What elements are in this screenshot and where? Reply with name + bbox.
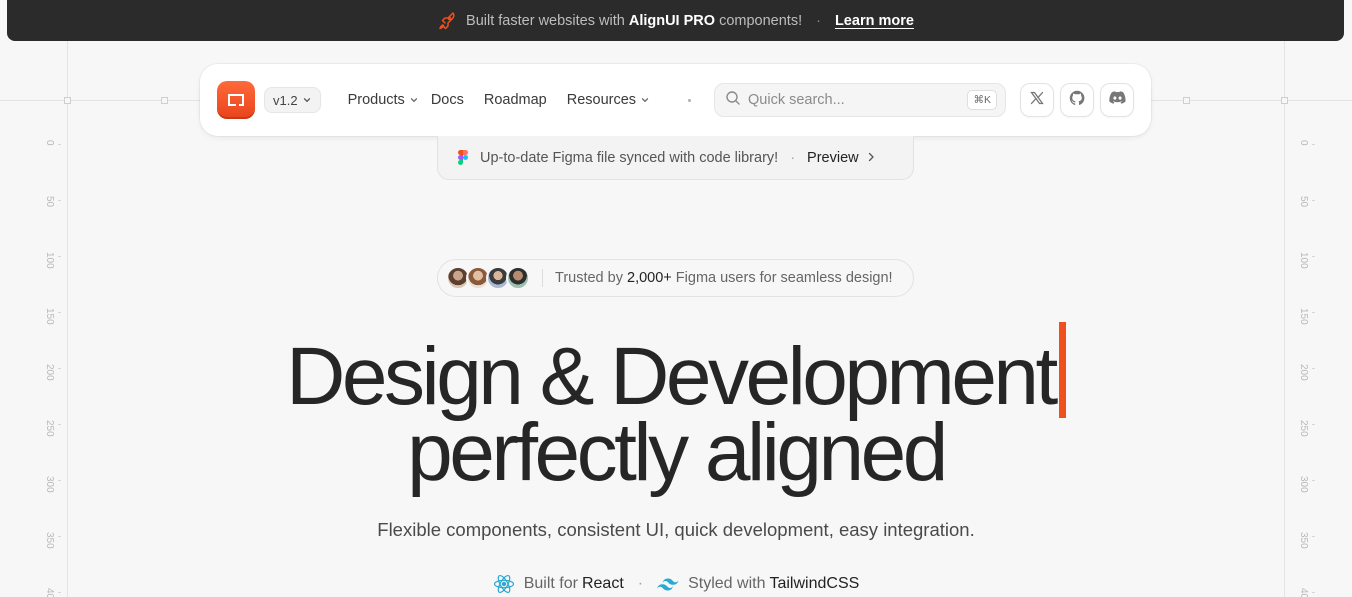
ruler-tick-label: 50 bbox=[44, 196, 55, 208]
banner-suffix: components! bbox=[719, 12, 803, 29]
banner-prefix: Built faster websites with bbox=[466, 12, 625, 29]
search-box[interactable]: ⌘K bbox=[714, 83, 1006, 117]
github-button[interactable] bbox=[1060, 83, 1094, 117]
discord-button[interactable] bbox=[1100, 83, 1134, 117]
guide-line-left bbox=[67, 41, 68, 597]
ruler-tick-label: 0 bbox=[1298, 140, 1309, 146]
trusted-prefix: Trusted by bbox=[555, 270, 623, 286]
figma-notice-text: Up-to-date Figma file synced with code l… bbox=[480, 149, 779, 166]
preview-label: Preview bbox=[807, 149, 859, 166]
ruler-tick-label: 100 bbox=[1298, 252, 1309, 269]
ruler-tick-mark bbox=[1312, 312, 1315, 313]
guide-handle bbox=[1183, 97, 1190, 104]
nav-item-docs[interactable]: Docs bbox=[431, 92, 464, 108]
search-input[interactable] bbox=[748, 92, 968, 108]
ruler-tick-label: 100 bbox=[44, 252, 55, 269]
trusted-count: 2,000+ bbox=[627, 270, 672, 286]
hero-subtitle: Flexible components, consistent UI, quic… bbox=[377, 519, 975, 540]
preview-link[interactable]: Preview bbox=[807, 150, 875, 166]
search-shortcut: ⌘K bbox=[967, 90, 997, 110]
rocket-icon bbox=[437, 11, 457, 31]
navbar: v1.2 Products Docs Roadmap Resources ⌘K bbox=[200, 64, 1151, 136]
tech-separator: · bbox=[637, 575, 644, 592]
guide-line-h-left bbox=[0, 100, 200, 101]
trusted-badge: Trusted by 2,000+ Figma users for seamle… bbox=[437, 259, 914, 297]
tech-stack-line: Built for React · Styled with TailwindCS… bbox=[0, 574, 1352, 594]
tailwind-name: TailwindCSS bbox=[769, 575, 860, 592]
x-icon bbox=[1029, 90, 1045, 111]
react-prefix: Built for bbox=[523, 575, 578, 592]
banner-brand: AlignUI PRO bbox=[628, 12, 716, 29]
learn-more-link[interactable]: Learn more bbox=[835, 13, 914, 29]
banner-separator: · bbox=[816, 12, 821, 29]
ruler-tick-mark bbox=[1312, 256, 1315, 257]
version-label: v1.2 bbox=[273, 92, 298, 108]
figma-notice-separator: · bbox=[790, 149, 796, 166]
nav-item-label: Products bbox=[347, 92, 405, 108]
figma-sync-notice: Up-to-date Figma file synced with code l… bbox=[437, 136, 914, 180]
discord-icon bbox=[1108, 90, 1126, 110]
nav-item-roadmap[interactable]: Roadmap bbox=[484, 92, 547, 108]
ruler-tick-mark bbox=[1312, 144, 1315, 145]
guide-line-right bbox=[1284, 41, 1285, 597]
chevron-down-icon bbox=[640, 95, 650, 105]
alignui-logo[interactable] bbox=[217, 81, 255, 119]
hero-title-line-2: perfectly aligned bbox=[407, 407, 948, 498]
nav-item-resources[interactable]: Resources bbox=[567, 92, 650, 108]
nav-item-products[interactable]: Products bbox=[348, 92, 419, 108]
nav-item-label: Docs bbox=[430, 92, 464, 108]
nav-item-label: Resources bbox=[566, 92, 637, 108]
figma-icon bbox=[458, 150, 468, 165]
ruler-tick-mark bbox=[58, 256, 61, 257]
react-icon bbox=[493, 574, 515, 594]
ruler-tick-mark bbox=[58, 200, 61, 201]
hero-title-line-1: Design & Development bbox=[0, 322, 1352, 418]
x-button[interactable] bbox=[1020, 83, 1054, 117]
nav-item-label: Roadmap bbox=[483, 92, 547, 108]
chevron-down-icon bbox=[409, 95, 419, 105]
search-icon bbox=[725, 90, 741, 111]
nav-separator-dot bbox=[688, 98, 692, 102]
avatar bbox=[506, 266, 530, 290]
guide-handle bbox=[161, 97, 168, 104]
chevron-right-icon bbox=[867, 150, 875, 166]
guide-line-h-right bbox=[1151, 100, 1352, 101]
trusted-suffix: Figma users for seamless design! bbox=[675, 270, 893, 286]
typing-caret bbox=[1058, 322, 1066, 418]
ruler-tick-mark bbox=[58, 144, 61, 145]
github-icon bbox=[1069, 90, 1085, 111]
version-select[interactable]: v1.2 bbox=[264, 87, 321, 113]
ruler-tick-label: 0 bbox=[44, 140, 55, 146]
user-avatars bbox=[446, 266, 530, 290]
guide-handle bbox=[1281, 97, 1288, 104]
tailwind-prefix: Styled with bbox=[688, 575, 766, 592]
guide-handle bbox=[64, 97, 71, 104]
promo-banner: Built faster websites with AlignUI PRO c… bbox=[7, 0, 1344, 41]
divider bbox=[542, 269, 543, 287]
ruler-tick-mark bbox=[1312, 200, 1315, 201]
chevron-down-icon bbox=[302, 93, 312, 108]
ruler-tick-mark bbox=[58, 312, 61, 313]
react-name: React bbox=[581, 575, 624, 592]
tailwind-icon bbox=[657, 577, 679, 591]
nav-links: Products Docs Roadmap Resources bbox=[348, 92, 692, 108]
ruler-tick-label: 50 bbox=[1298, 196, 1309, 208]
